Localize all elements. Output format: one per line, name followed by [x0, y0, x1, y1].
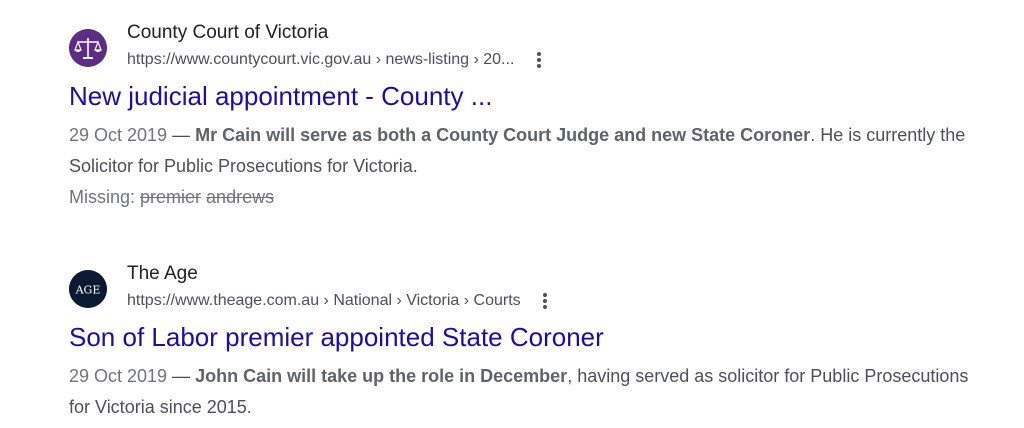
missing-term[interactable]: premier	[140, 187, 201, 207]
result-snippet: 29 Oct 2019 — John Cain will take up the…	[69, 361, 969, 423]
site-header[interactable]: AGE The Age https://www.theage.com.au › …	[69, 261, 969, 313]
site-name[interactable]: County Court of Victoria	[127, 20, 328, 46]
missing-label: Missing:	[69, 187, 141, 207]
snippet-dash: —	[167, 125, 196, 145]
url-text[interactable]: https://www.theage.com.au › National › V…	[127, 292, 521, 309]
site-url[interactable]: https://www.countycourt.vic.gov.au › new…	[127, 49, 545, 71]
result-title-link[interactable]: Son of Labor premier appointed State Cor…	[69, 320, 969, 354]
snippet-dash: —	[167, 366, 196, 386]
svg-text:AGE: AGE	[75, 284, 101, 297]
snippet-highlight: John Cain will take up the role in Decem…	[195, 366, 568, 386]
site-url[interactable]: https://www.theage.com.au › National › V…	[127, 290, 551, 312]
snippet-highlight: Mr Cain will serve as both a County Cour…	[195, 125, 811, 145]
scales-of-justice-icon	[69, 29, 107, 67]
more-options-icon[interactable]	[539, 291, 551, 311]
snippet-date: 29 Oct 2019	[69, 125, 168, 145]
the-age-logo-icon: AGE	[69, 270, 107, 308]
result-title-link[interactable]: New judicial appointment - County ...	[69, 79, 969, 113]
missing-terms: Missing: premier andrews	[69, 182, 969, 213]
missing-term[interactable]: andrews	[206, 187, 274, 207]
county-court-favicon	[69, 29, 107, 67]
the-age-favicon: AGE	[69, 270, 107, 308]
snippet-date: 29 Oct 2019	[69, 366, 168, 386]
url-text[interactable]: https://www.countycourt.vic.gov.au › new…	[127, 51, 514, 68]
result-snippet: 29 Oct 2019 — Mr Cain will serve as both…	[69, 120, 969, 182]
more-options-icon[interactable]	[533, 50, 545, 70]
search-result-theage: AGE The Age https://www.theage.com.au › …	[69, 261, 969, 423]
search-result-countycourt: County Court of Victoria https://www.cou…	[69, 20, 969, 213]
site-header[interactable]: County Court of Victoria https://www.cou…	[69, 20, 969, 72]
site-name[interactable]: The Age	[127, 261, 198, 287]
